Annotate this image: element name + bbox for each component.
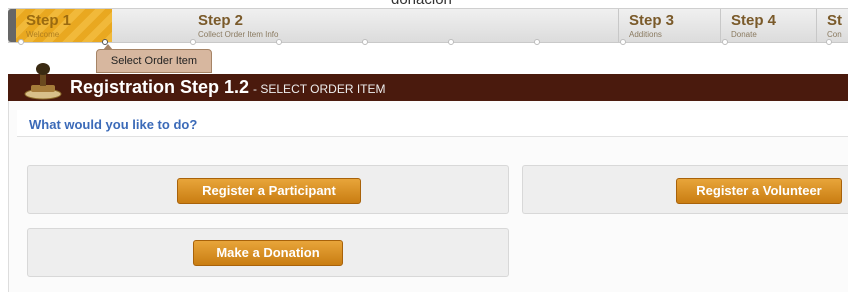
substep-dot — [826, 39, 832, 45]
stamp-icon — [24, 63, 62, 100]
step-1-title: Step 1 — [26, 12, 72, 29]
question-heading: What would you like to do? — [17, 110, 848, 137]
question-text: What would you like to do? — [29, 117, 198, 132]
substep-tooltip: Select Order Item — [96, 44, 212, 73]
substep-dot — [534, 39, 540, 45]
substep-dot — [448, 39, 454, 45]
page-header: Registration Step 1.2- SELECT ORDER ITEM — [8, 63, 848, 101]
page-title: Registration Step 1.2- SELECT ORDER ITEM — [70, 77, 386, 98]
register-volunteer-button[interactable]: Register a Volunteer — [676, 178, 842, 204]
step-5-subtitle: Con — [827, 30, 842, 39]
step-5[interactable]: St Con — [817, 9, 848, 42]
step-4-title: Step 4 — [731, 12, 777, 29]
step-1[interactable]: Step 1 Welcome — [16, 9, 112, 42]
substep-dot — [276, 39, 282, 45]
substep-dot — [362, 39, 368, 45]
step-2[interactable]: Step 2 Collect Order Item Info — [188, 9, 618, 42]
substep-dot — [190, 39, 196, 45]
page-title-text: Registration Step 1.2 — [70, 77, 250, 97]
option-card-participant: Register a Participant — [27, 165, 509, 214]
step-5-title: St — [827, 12, 842, 29]
step-2-title: Step 2 — [198, 12, 244, 29]
option-card-donation: Make a Donation — [27, 228, 509, 277]
substep-dot — [722, 39, 728, 45]
page-subtitle: - SELECT ORDER ITEM — [253, 82, 386, 96]
step-bar-edge — [8, 9, 16, 42]
step-4-subtitle: Donate — [731, 30, 757, 39]
cut-off-heading-text: donación — [391, 0, 452, 8]
step-3-title: Step 3 — [629, 12, 675, 29]
step-4[interactable]: Step 4 Donate — [721, 9, 816, 42]
step-3-subtitle: Additions — [629, 30, 662, 39]
substep-dot — [18, 39, 24, 45]
make-donation-button[interactable]: Make a Donation — [193, 240, 343, 266]
step-3[interactable]: Step 3 Additions — [619, 9, 719, 42]
step-2-subtitle: Collect Order Item Info — [198, 30, 279, 39]
substep-dot — [620, 39, 626, 45]
option-card-volunteer: Register a Volunteer — [522, 165, 848, 214]
step-progress-bar: Step 1 Welcome Step 2 Collect Order Item… — [8, 8, 848, 43]
register-participant-button[interactable]: Register a Participant — [177, 178, 361, 204]
cut-off-heading: donación — [0, 0, 848, 8]
substep-tooltip-text: Select Order Item — [110, 55, 198, 67]
step-1-subtitle: Welcome — [26, 30, 60, 39]
